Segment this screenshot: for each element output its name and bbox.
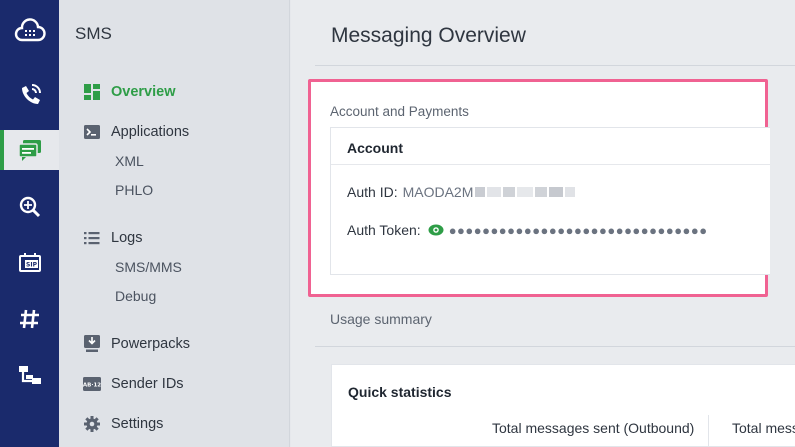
sidebar-item-label: Settings	[111, 416, 164, 432]
sidebar-subitem-phlo[interactable]: PHLO	[115, 182, 153, 198]
sms-messages-icon	[17, 140, 41, 161]
rail-voice-button[interactable]	[0, 75, 59, 115]
sidebar-item-powerpacks[interactable]: Powerpacks	[83, 333, 190, 355]
main-content: Messaging Overview Account and Payments …	[291, 0, 795, 447]
quick-statistics-card: Quick statistics Total messages sent (Ou…	[331, 364, 795, 447]
auth-token-label: Auth Token:	[347, 222, 421, 238]
sidebar-item-sender-ids[interactable]: AB·12 Sender IDs	[83, 373, 184, 395]
sidebar-item-overview[interactable]: Overview	[83, 81, 176, 103]
title-divider	[315, 65, 795, 66]
account-payments-section: Account and Payments Account Auth ID: MA…	[308, 79, 770, 297]
usage-summary-label: Usage summary	[330, 311, 432, 327]
rail-lookup-button[interactable]	[0, 187, 59, 227]
svg-text:SIP: SIP	[26, 262, 38, 269]
terminal-icon	[83, 123, 101, 141]
rail-cloud-button[interactable]	[0, 12, 59, 52]
sidebar-subitem-xml[interactable]: XML	[115, 153, 144, 169]
icon-rail: SIP	[0, 0, 59, 447]
sidebar-subitem-debug[interactable]: Debug	[115, 288, 156, 304]
auth-token-row: Auth Token: ●●●●●●●●●●●●●●●●●●●●●●●●●●●●…	[347, 222, 708, 238]
dashboard-grid-icon	[83, 83, 101, 101]
cloud-grid-icon	[14, 18, 46, 42]
rail-numbers-button[interactable]	[0, 299, 59, 339]
number-lookup-icon	[19, 196, 40, 218]
account-card-title: Account	[331, 128, 770, 165]
sidebar-item-label: Applications	[111, 124, 190, 140]
sidebar-item-applications[interactable]: Applications	[83, 121, 189, 143]
list-icon	[83, 229, 101, 247]
auth-id-label: Auth ID:	[347, 184, 398, 200]
svg-text:AB·12: AB·12	[83, 383, 101, 389]
sidebar-item-label: Logs	[111, 230, 143, 246]
sidebar-item-logs[interactable]: Logs	[83, 227, 142, 249]
account-card: Account Auth ID: MAODA2M Auth Token: ●●●…	[330, 127, 770, 275]
rail-flow-button[interactable]	[0, 355, 59, 395]
stats-column-second: Total messa	[732, 420, 795, 436]
sip-icon: SIP	[18, 253, 41, 272]
auth-id-redacted	[473, 187, 576, 197]
sms-sidebar: SMS Overview Applications XML PHLO Logs …	[59, 0, 290, 447]
auth-token-value: ●●●●●●●●●●●●●●●●●●●●●●●●●●●●●●●	[448, 222, 708, 238]
eye-icon[interactable]	[428, 224, 444, 236]
sidebar-item-label: Sender IDs	[111, 376, 184, 392]
inbox-download-icon	[83, 335, 101, 353]
quick-statistics-title: Quick statistics	[348, 384, 452, 400]
section-label: Account and Payments	[330, 104, 469, 119]
usage-divider	[315, 346, 795, 347]
flow-diagram-icon	[18, 366, 41, 384]
stats-column-outbound: Total messages sent (Outbound)	[492, 420, 695, 436]
sidebar-subitem-sms-mms[interactable]: SMS/MMS	[115, 259, 182, 275]
sender-id-icon: AB·12	[83, 375, 101, 393]
phone-numbers-hash-icon	[19, 309, 39, 329]
auth-id-value[interactable]: MAODA2M	[403, 184, 474, 200]
column-divider	[708, 415, 709, 447]
sidebar-item-label: Overview	[111, 84, 176, 100]
voice-call-icon	[21, 84, 41, 104]
rail-sms-button[interactable]	[0, 130, 59, 170]
auth-id-row: Auth ID: MAODA2M	[347, 184, 576, 200]
page-title: Messaging Overview	[331, 24, 526, 47]
gear-icon	[83, 415, 101, 433]
sidebar-item-label: Powerpacks	[111, 336, 190, 352]
sidebar-item-settings[interactable]: Settings	[83, 413, 163, 435]
rail-sip-button[interactable]: SIP	[0, 243, 59, 283]
sidebar-title: SMS	[75, 24, 112, 43]
